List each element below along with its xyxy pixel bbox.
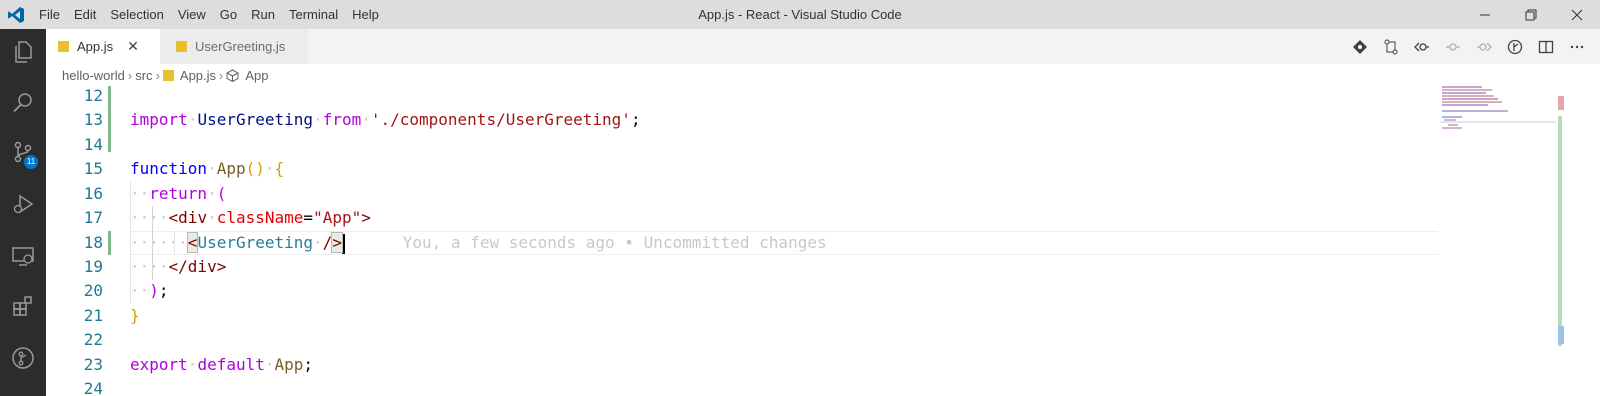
- indent-guide: [152, 206, 153, 280]
- code-text: import·UserGreeting·from·'./components/U…: [130, 110, 641, 129]
- line-number: 17: [83, 208, 103, 227]
- code-line: 13 import·UserGreeting·from·'./component…: [46, 108, 1438, 132]
- code-line: 16 ··return·(: [46, 182, 1438, 206]
- code-line: 12: [46, 84, 1438, 108]
- chevron-right-icon: ›: [127, 67, 133, 83]
- tab-bar: App.js ✕ UserGreeting.js: [46, 29, 1600, 64]
- minimize-button[interactable]: [1462, 0, 1508, 29]
- breadcrumb-folder-hello-world[interactable]: hello-world: [62, 68, 125, 83]
- next-revision-icon[interactable]: [1468, 29, 1499, 64]
- line-number: 21: [83, 306, 103, 325]
- breadcrumb-symbol[interactable]: App: [245, 68, 268, 83]
- code-line: 23 export·default·App;: [46, 353, 1438, 377]
- vscode-logo-icon: [0, 0, 32, 29]
- activity-bar: 11: [0, 29, 46, 396]
- minimize-icon: [1480, 14, 1490, 15]
- code-line: 17 ····<div·className="App">: [46, 206, 1438, 230]
- breadcrumb-folder-src[interactable]: src: [135, 68, 152, 83]
- source-control-icon[interactable]: 11: [0, 129, 46, 175]
- git-blame-annotation: You, a few seconds ago • Uncommitted cha…: [402, 233, 827, 252]
- explorer-icon[interactable]: [0, 29, 46, 75]
- menu-run[interactable]: Run: [244, 0, 282, 29]
- code-text: ··return·(: [130, 184, 227, 203]
- tab-app-js[interactable]: App.js ✕: [46, 29, 160, 64]
- line-number: 12: [83, 86, 103, 105]
- line-number: 24: [83, 379, 103, 396]
- indent-guide: [130, 182, 131, 304]
- menu-selection[interactable]: Selection: [103, 0, 170, 29]
- line-number: 13: [83, 110, 103, 129]
- code-editor[interactable]: 12 13 import·UserGreeting·from·'./compon…: [46, 86, 1600, 396]
- indent-guide: [174, 231, 175, 255]
- menu-edit[interactable]: Edit: [67, 0, 103, 29]
- code-line: 20 ··);: [46, 279, 1438, 303]
- editor-scrollbar[interactable]: [1556, 86, 1568, 396]
- minimap[interactable]: [1438, 86, 1556, 396]
- git-compare-icon[interactable]: [1344, 29, 1375, 64]
- code-text: ··);: [130, 281, 169, 300]
- gitlens-history-icon[interactable]: [1499, 29, 1530, 64]
- source-control-badge: 11: [24, 155, 38, 169]
- open-changes-icon[interactable]: [1375, 29, 1406, 64]
- menu-terminal[interactable]: Terminal: [282, 0, 345, 29]
- tab-label: App.js: [77, 39, 114, 54]
- js-file-icon: [58, 41, 69, 52]
- tab-label: UserGreeting.js: [195, 39, 286, 54]
- line-number: 16: [83, 184, 103, 203]
- window-controls: [1462, 0, 1600, 29]
- menu-file[interactable]: File: [32, 0, 67, 29]
- code-line-current: 18 ······<UserGreeting·/> You, a few sec…: [46, 231, 1438, 255]
- gitlens-icon[interactable]: [0, 335, 46, 381]
- close-icon: [1571, 9, 1583, 20]
- extensions-icon[interactable]: [0, 283, 46, 329]
- restore-icon: [1525, 9, 1537, 20]
- previous-revision-icon[interactable]: [1406, 29, 1437, 64]
- menu-go[interactable]: Go: [213, 0, 244, 29]
- code-line: 24: [46, 377, 1438, 396]
- tab-usergreeting-js[interactable]: UserGreeting.js: [160, 29, 308, 64]
- editor-actions: [1344, 29, 1592, 64]
- search-icon[interactable]: [0, 79, 46, 125]
- close-tab-icon[interactable]: ✕: [127, 38, 139, 55]
- breadcrumb: hello-world › src › App.js › App: [46, 64, 1600, 86]
- commit-icon[interactable]: [1437, 29, 1468, 64]
- split-editor-icon[interactable]: [1530, 29, 1561, 64]
- code-text: }: [130, 306, 140, 325]
- menu-help[interactable]: Help: [345, 0, 386, 29]
- line-number: 14: [83, 135, 103, 154]
- code-line: 22: [46, 328, 1438, 352]
- code-text: ······<UserGreeting·/> You, a few second…: [130, 232, 827, 254]
- code-line: 19 ····</div>: [46, 255, 1438, 279]
- chevron-right-icon: ›: [219, 67, 224, 83]
- line-number: 23: [83, 355, 103, 374]
- line-number: 15: [83, 159, 103, 178]
- line-number: 18: [83, 233, 103, 252]
- run-debug-icon[interactable]: [0, 181, 46, 227]
- line-number: 22: [83, 330, 103, 349]
- code-line: 15 function·App()·{: [46, 157, 1438, 181]
- remote-explorer-icon[interactable]: [0, 233, 46, 279]
- code-text: ····<div·className="App">: [130, 208, 371, 227]
- code-text: ····</div>: [130, 257, 227, 276]
- line-number: 19: [83, 257, 103, 276]
- close-window-button[interactable]: [1554, 0, 1600, 29]
- code-line: 14: [46, 133, 1438, 157]
- chevron-right-icon: ›: [155, 67, 160, 83]
- symbol-module-icon: [226, 68, 239, 82]
- menu-bar: File Edit Selection View Go Run Terminal…: [32, 0, 386, 29]
- title-bar: File Edit Selection View Go Run Terminal…: [0, 0, 1600, 29]
- code-line: 21 }: [46, 304, 1438, 328]
- line-number: 20: [83, 281, 103, 300]
- more-actions-icon[interactable]: [1561, 29, 1592, 64]
- js-file-icon: [176, 41, 187, 52]
- restore-button[interactable]: [1508, 0, 1554, 29]
- breadcrumb-file[interactable]: App.js: [180, 68, 216, 83]
- menu-view[interactable]: View: [171, 0, 213, 29]
- js-file-icon: [162, 69, 174, 81]
- code-text: function·App()·{: [130, 159, 285, 178]
- code-text: export·default·App;: [130, 355, 314, 374]
